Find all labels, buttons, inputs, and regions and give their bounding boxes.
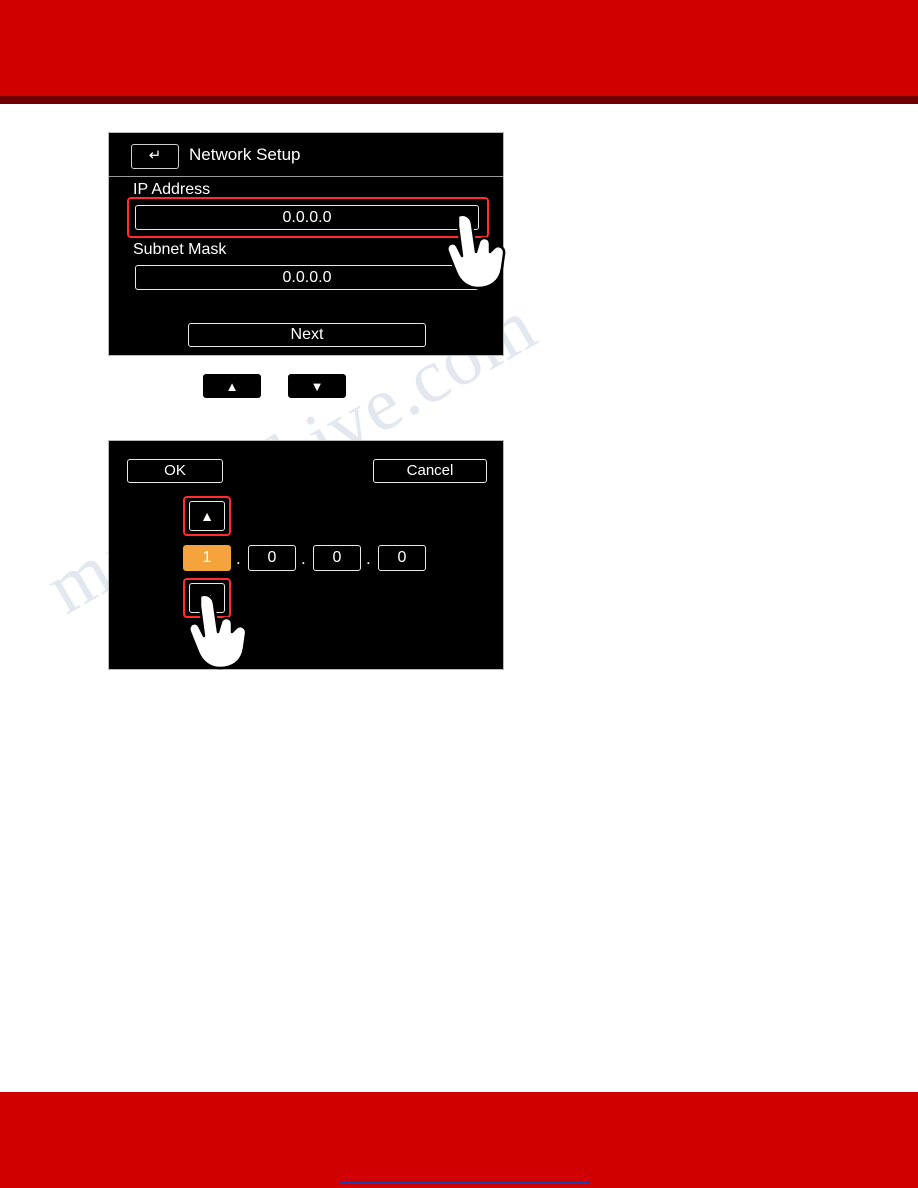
- increment-down-highlight: [183, 578, 231, 618]
- ip-entry-screen: OK Cancel ▲ 1 . 0 . 0 . 0 ▼: [108, 440, 504, 670]
- top-banner-rule: [0, 96, 918, 104]
- down-arrow-button[interactable]: ▼: [288, 374, 346, 398]
- top-banner: [0, 0, 918, 96]
- octet-separator-3: .: [366, 549, 371, 568]
- subnet-mask-label: Subnet Mask: [133, 241, 227, 258]
- octet-field-1[interactable]: 1: [183, 545, 231, 571]
- network-setup-title-bar: ↵ Network Setup: [109, 133, 503, 177]
- cancel-button[interactable]: Cancel: [373, 459, 487, 483]
- network-setup-screen: ↵ Network Setup IP Address 0.0.0.0 Subne…: [108, 132, 504, 356]
- up-arrow-button[interactable]: ▲: [203, 374, 261, 398]
- octet-field-4[interactable]: 0: [378, 545, 426, 571]
- bottom-banner: [0, 1092, 918, 1188]
- ok-button[interactable]: OK: [127, 459, 223, 483]
- subnet-mask-value[interactable]: 0.0.0.0: [135, 265, 479, 290]
- back-arrow-icon[interactable]: ↵: [131, 144, 179, 169]
- octet-field-3[interactable]: 0: [313, 545, 361, 571]
- octet-separator-2: .: [301, 549, 306, 568]
- page-title: Network Setup: [189, 145, 301, 164]
- bottom-link-underline: [340, 1182, 590, 1184]
- next-button[interactable]: Next: [188, 323, 426, 347]
- octet-separator-1: .: [236, 549, 241, 568]
- octet-field-2[interactable]: 0: [248, 545, 296, 571]
- ip-address-highlight: [127, 197, 489, 238]
- increment-up-highlight: [183, 496, 231, 536]
